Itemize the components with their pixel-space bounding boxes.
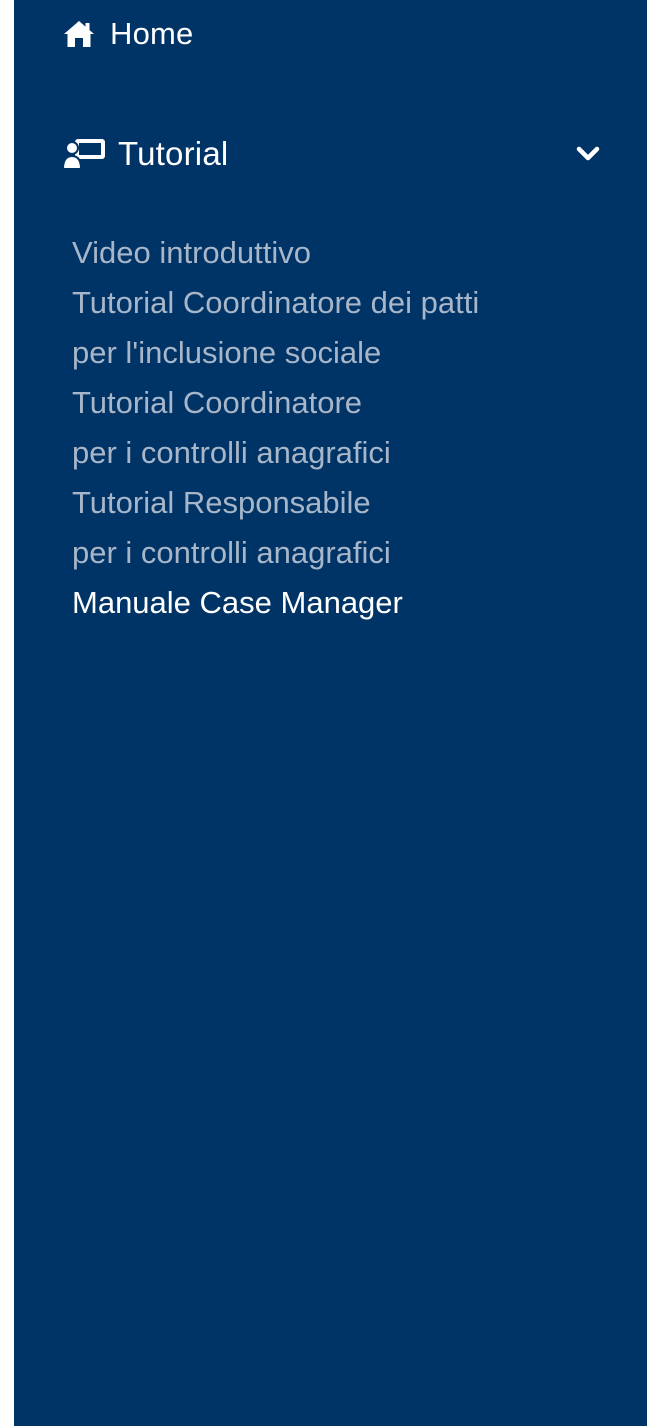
submenu-link-coordinatore-patti[interactable]: Tutorial Coordinatore dei patti per l'in…: [72, 278, 612, 378]
submenu-link-coordinatore-controlli[interactable]: Tutorial Coordinatore per i controlli an…: [72, 378, 612, 478]
sidebar-item-tutorial-label: Tutorial: [118, 135, 229, 172]
presentation-icon: [62, 136, 108, 172]
submenu-link-text: per i controlli anagrafici: [72, 435, 391, 470]
submenu-link-text: per l'inclusione sociale: [72, 335, 382, 370]
sidebar-item-tutorial[interactable]: Tutorial: [62, 128, 602, 180]
sidebar: Home Tutorial Video introduttivo Tutoria…: [14, 0, 647, 1426]
submenu-link-text: Tutorial Coordinatore dei patti: [72, 285, 480, 320]
sidebar-item-home-label: Home: [110, 16, 194, 51]
submenu-item-responsabile-controlli: Tutorial Responsabile per i controlli an…: [72, 478, 612, 578]
submenu-item-coordinatore-controlli: Tutorial Coordinatore per i controlli an…: [72, 378, 612, 478]
submenu-link-text: Manuale Case Manager: [72, 585, 403, 620]
submenu-item-video-introduttivo: Video introduttivo: [72, 228, 612, 278]
submenu-item-manuale-case-manager: Manuale Case Manager: [72, 578, 612, 628]
chevron-down-icon[interactable]: [574, 140, 602, 168]
home-icon: [62, 19, 96, 49]
tutorial-submenu: Video introduttivo Tutorial Coordinatore…: [72, 228, 612, 628]
submenu-link-text: Tutorial Responsabile: [72, 485, 371, 520]
submenu-link-text: per i controlli anagrafici: [72, 535, 391, 570]
submenu-link-manuale-case-manager[interactable]: Manuale Case Manager: [72, 578, 612, 628]
sidebar-item-home[interactable]: Home: [62, 12, 194, 56]
submenu-link-video-introduttivo[interactable]: Video introduttivo: [72, 228, 612, 278]
submenu-link-text: Tutorial Coordinatore: [72, 385, 363, 420]
submenu-link-text: Video introduttivo: [72, 235, 311, 270]
submenu-link-responsabile-controlli[interactable]: Tutorial Responsabile per i controlli an…: [72, 478, 612, 578]
submenu-item-coordinatore-patti: Tutorial Coordinatore dei patti per l'in…: [72, 278, 612, 378]
